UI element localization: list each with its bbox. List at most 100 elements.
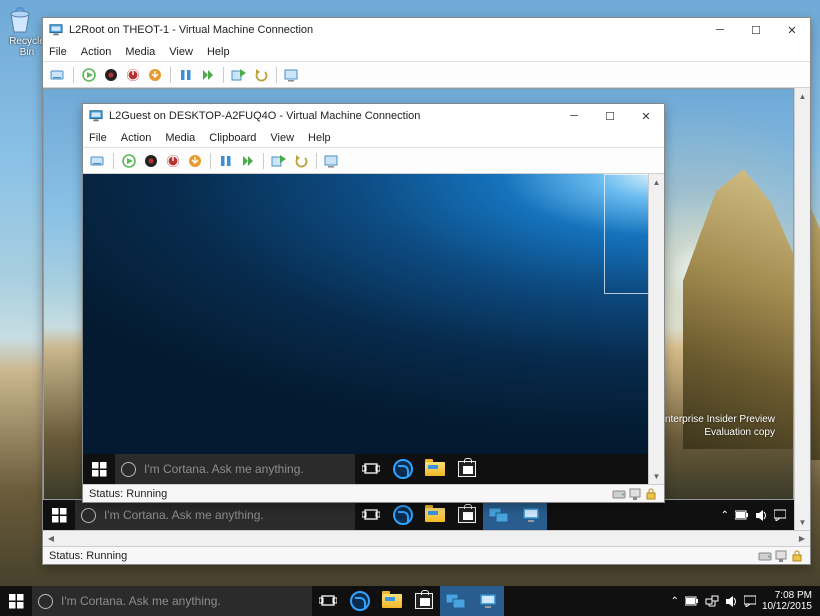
close-button[interactable]: ✕ bbox=[774, 19, 810, 41]
outer-vm-vertical-scrollbar[interactable]: ▲ ▼ bbox=[794, 88, 810, 530]
taskbar-store[interactable] bbox=[451, 500, 483, 530]
taskbar-vmconnect[interactable] bbox=[472, 586, 504, 616]
scroll-down-button[interactable]: ▼ bbox=[649, 468, 664, 484]
cortana-search-box[interactable]: I'm Cortana. Ask me anything. bbox=[32, 586, 312, 616]
task-view-button[interactable] bbox=[355, 500, 387, 530]
maximize-button[interactable]: ☐ bbox=[738, 19, 774, 41]
taskbar-hyperv-manager[interactable] bbox=[440, 586, 472, 616]
menu-clipboard[interactable]: Clipboard bbox=[209, 132, 256, 144]
host-taskbar: I'm Cortana. Ask me anything. ⌃ 7:08 PM … bbox=[0, 586, 820, 616]
checkpoint-button[interactable] bbox=[230, 66, 248, 84]
l2root-systray: ⌃ bbox=[713, 509, 794, 522]
turnoff-button[interactable] bbox=[142, 152, 160, 170]
taskbar-edge[interactable] bbox=[387, 454, 419, 484]
action-center-icon[interactable] bbox=[744, 595, 756, 607]
inner-vm-window-controls: ─ ☐ ✕ bbox=[556, 105, 664, 127]
scroll-left-button[interactable]: ◀ bbox=[43, 531, 59, 546]
taskbar-store[interactable] bbox=[451, 454, 483, 484]
taskbar-explorer[interactable] bbox=[419, 454, 451, 484]
scroll-right-button[interactable]: ▶ bbox=[794, 531, 810, 546]
maximize-button[interactable]: ☐ bbox=[592, 105, 628, 127]
taskbar-explorer[interactable] bbox=[376, 586, 408, 616]
recycle-bin-icon bbox=[4, 4, 36, 36]
reset-button[interactable] bbox=[239, 152, 257, 170]
taskbar-hyperv-manager[interactable] bbox=[483, 500, 515, 530]
reset-button[interactable] bbox=[199, 66, 217, 84]
windows-logo-icon bbox=[52, 508, 67, 523]
menu-file[interactable]: File bbox=[89, 132, 107, 144]
close-button[interactable]: ✕ bbox=[628, 105, 664, 127]
enhanced-session-button[interactable] bbox=[323, 152, 341, 170]
volume-icon[interactable] bbox=[755, 509, 768, 522]
menu-action[interactable]: Action bbox=[81, 46, 112, 58]
taskbar-edge[interactable] bbox=[387, 500, 419, 530]
minimize-button[interactable]: ─ bbox=[556, 105, 592, 127]
battery-icon[interactable] bbox=[685, 595, 699, 607]
network-icon[interactable] bbox=[705, 595, 719, 607]
start-menu-button[interactable] bbox=[43, 500, 75, 530]
taskbar-vmconnect[interactable] bbox=[515, 500, 547, 530]
menu-view[interactable]: View bbox=[169, 46, 193, 58]
system-clock[interactable]: 7:08 PM 10/12/2015 bbox=[762, 590, 812, 612]
pause-button[interactable] bbox=[217, 152, 235, 170]
taskbar-edge[interactable] bbox=[344, 586, 376, 616]
action-center-icon[interactable] bbox=[774, 509, 786, 521]
taskbar-explorer[interactable] bbox=[419, 500, 451, 530]
shutdown-button[interactable] bbox=[164, 152, 182, 170]
menu-media[interactable]: Media bbox=[165, 132, 195, 144]
outer-vm-titlebar[interactable]: L2Root on THEOT-1 - Virtual Machine Conn… bbox=[43, 18, 810, 42]
inner-vm-titlebar[interactable]: L2Guest on DESKTOP-A2FUQ4O - Virtual Mac… bbox=[83, 104, 664, 128]
revert-button[interactable] bbox=[292, 152, 310, 170]
systray-chevron-up-icon[interactable]: ⌃ bbox=[721, 510, 729, 521]
pause-button[interactable] bbox=[177, 66, 195, 84]
outer-vm-window-controls: ─ ☐ ✕ bbox=[702, 19, 810, 41]
inner-vm-vertical-scrollbar[interactable]: ▲ ▼ bbox=[648, 174, 664, 484]
menu-help[interactable]: Help bbox=[207, 46, 230, 58]
systray-chevron-up-icon[interactable]: ⌃ bbox=[671, 596, 679, 607]
status-nic-icon bbox=[628, 487, 642, 501]
save-button[interactable] bbox=[146, 66, 164, 84]
shutdown-button[interactable] bbox=[124, 66, 142, 84]
taskbar-store[interactable] bbox=[408, 586, 440, 616]
start-menu-button[interactable] bbox=[83, 454, 115, 484]
menu-media[interactable]: Media bbox=[125, 46, 155, 58]
menu-view[interactable]: View bbox=[270, 132, 294, 144]
outer-vm-statusbar: Status: Running bbox=[43, 546, 810, 564]
hyperv-app-icon bbox=[89, 109, 103, 123]
file-explorer-icon bbox=[425, 462, 445, 476]
start-button[interactable] bbox=[120, 152, 138, 170]
scroll-down-button[interactable]: ▼ bbox=[795, 514, 810, 530]
edge-icon bbox=[393, 505, 413, 525]
status-lock-icon bbox=[644, 487, 658, 501]
turnoff-button[interactable] bbox=[102, 66, 120, 84]
menu-action[interactable]: Action bbox=[121, 132, 152, 144]
minimize-button[interactable]: ─ bbox=[702, 19, 738, 41]
ctrl-alt-del-button[interactable] bbox=[49, 66, 67, 84]
checkpoint-button[interactable] bbox=[270, 152, 288, 170]
outer-vm-toolbar bbox=[43, 62, 810, 88]
start-menu-button[interactable] bbox=[0, 586, 32, 616]
save-button[interactable] bbox=[186, 152, 204, 170]
ctrl-alt-del-button[interactable] bbox=[89, 152, 107, 170]
volume-icon[interactable] bbox=[725, 595, 738, 608]
inner-vm-menubar: File Action Media Clipboard View Help bbox=[83, 128, 664, 148]
scroll-up-button[interactable]: ▲ bbox=[795, 88, 810, 104]
task-view-icon bbox=[362, 508, 380, 522]
start-button[interactable] bbox=[80, 66, 98, 84]
cortana-search-box[interactable]: I'm Cortana. Ask me anything. bbox=[75, 500, 355, 530]
menu-file[interactable]: File bbox=[49, 46, 67, 58]
menu-help[interactable]: Help bbox=[308, 132, 331, 144]
battery-icon[interactable] bbox=[735, 509, 749, 521]
enhanced-session-button[interactable] bbox=[283, 66, 301, 84]
outer-vm-horizontal-scrollbar[interactable]: ◀ ▶ bbox=[43, 530, 810, 546]
outer-vm-menubar: File Action Media View Help bbox=[43, 42, 810, 62]
task-view-icon bbox=[319, 594, 337, 608]
task-view-button[interactable] bbox=[355, 454, 387, 484]
revert-button[interactable] bbox=[252, 66, 270, 84]
wallpaper-mountain bbox=[683, 169, 793, 449]
inner-vm-title: L2Guest on DESKTOP-A2FUQ4O - Virtual Mac… bbox=[109, 110, 420, 122]
task-view-button[interactable] bbox=[312, 586, 344, 616]
cortana-search-box[interactable]: I'm Cortana. Ask me anything. bbox=[115, 454, 355, 484]
scroll-up-button[interactable]: ▲ bbox=[649, 174, 664, 190]
l2guest-desktop[interactable]: I'm Cortana. Ask me anything. bbox=[83, 174, 664, 484]
